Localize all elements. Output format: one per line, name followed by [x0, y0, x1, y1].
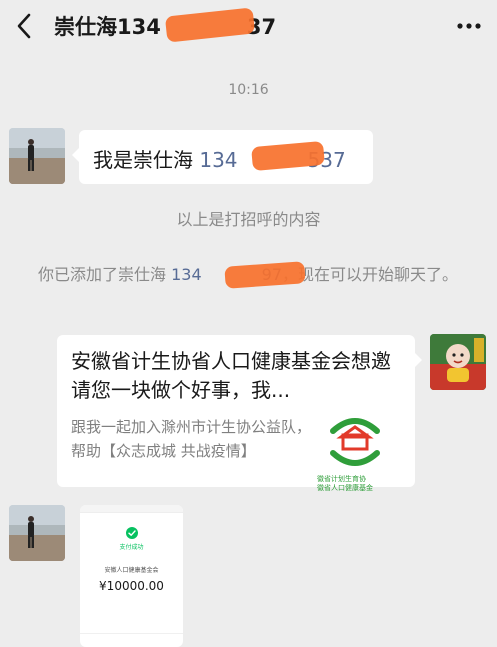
payment-payee: 安徽人口健康基金会	[104, 567, 159, 574]
phone-link-start[interactable]: 134	[171, 265, 202, 284]
card-title: 安徽省计生协省人口健康基金会想邀请您一块做个好事，我...	[71, 349, 391, 402]
message-bubble[interactable]: 我是崇仕海 134 537	[72, 130, 373, 184]
added-note-suffix: ，现在可以开始聊天了。	[282, 265, 459, 284]
greeting-note: 以上是打招呼的内容	[176, 210, 321, 229]
added-note-prefix: 你已添加了崇仕海	[38, 265, 172, 284]
contact-avatar[interactable]	[9, 128, 65, 184]
success-check-icon	[125, 527, 138, 539]
child-figure-icon	[430, 334, 486, 390]
foundation-logo: 徽省计划生育协 徽省人口健康基金	[317, 413, 391, 492]
foundation-logo-icon	[330, 418, 380, 466]
more-button[interactable]	[453, 12, 485, 40]
phone-link-start[interactable]: 134	[199, 148, 237, 172]
shared-link-card[interactable]: 安徽省计生协省人口健康基金会想邀请您一块做个好事，我... 跟我一起加入滁州市计…	[57, 335, 422, 492]
person-on-beach-icon	[9, 128, 65, 184]
my-avatar[interactable]	[430, 334, 486, 390]
card-description: 跟我一起加入滁州市计生协公益队，帮助【众志成城 共战疫情】	[71, 418, 312, 460]
payment-receipt-image[interactable]: 支付成功 安徽人口健康基金会 ¥10000.00	[80, 505, 183, 647]
message-timestamp: 10:16	[228, 82, 269, 98]
back-button[interactable]	[10, 12, 38, 40]
payment-status: 支付成功	[119, 544, 144, 551]
chevron-left-icon	[17, 13, 31, 39]
chat-header: 崇仕海134 37	[0, 0, 497, 52]
contact-avatar[interactable]	[9, 505, 65, 561]
logo-caption-2: 徽省人口健康基金	[317, 484, 373, 492]
more-horizontal-icon	[457, 23, 481, 29]
payment-amount: ¥10000.00	[99, 579, 164, 593]
logo-caption-1: 徽省计划生育协	[317, 475, 366, 483]
title-prefix: 崇仕海134	[54, 15, 161, 39]
message-prefix: 我是崇仕海	[93, 148, 200, 172]
person-on-beach-icon	[9, 505, 65, 561]
